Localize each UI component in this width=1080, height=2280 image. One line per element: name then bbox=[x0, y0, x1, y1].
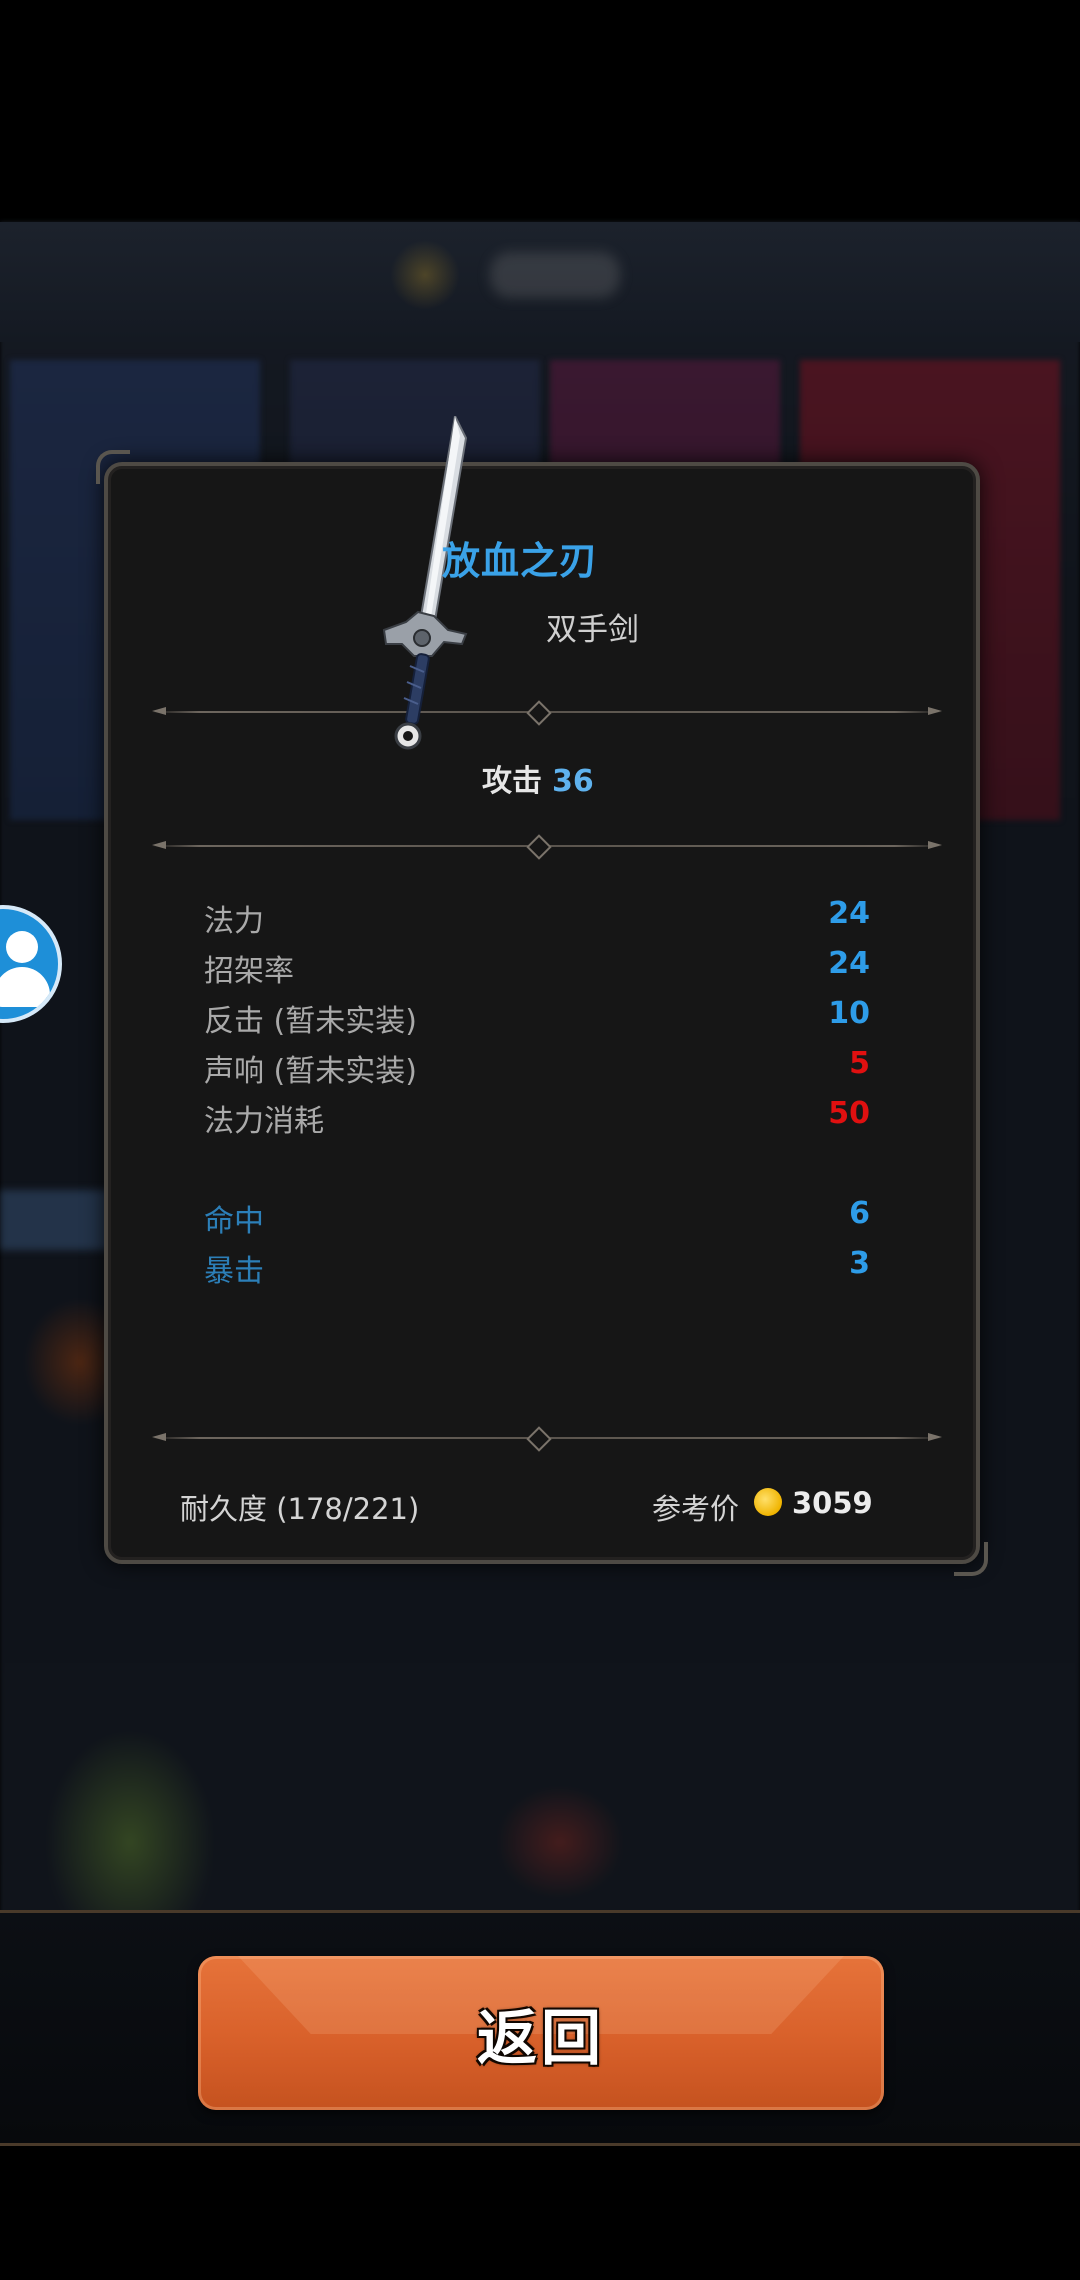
ornamental-divider bbox=[152, 1426, 942, 1452]
item-detail-screen: 放血之刃 双手剑 攻击 36 法力 24 招架率 24 反击 (暂未实装) 10 … bbox=[0, 0, 1080, 2280]
stat-row: 招架率 24 bbox=[204, 946, 870, 989]
stat-value: 24 bbox=[828, 896, 870, 931]
back-button[interactable]: 返回 bbox=[198, 1956, 884, 2110]
avatar-body bbox=[0, 967, 50, 1007]
two-handed-sword-icon bbox=[382, 416, 468, 750]
bonus-stat-row: 暴击 3 bbox=[204, 1246, 870, 1289]
stat-row: 法力 24 bbox=[204, 896, 870, 939]
bonus-stat-label: 暴击 bbox=[204, 1254, 264, 1289]
durability-text: 耐久度 (178/221) bbox=[180, 1492, 420, 1526]
stat-value: 10 bbox=[828, 996, 870, 1031]
reference-price-value: 3059 bbox=[792, 1486, 873, 1520]
blurred-strip bbox=[0, 1190, 120, 1250]
stat-label: 法力消耗 bbox=[204, 1104, 324, 1139]
item-name: 放血之刃 bbox=[442, 539, 599, 583]
stat-value: 50 bbox=[828, 1096, 870, 1131]
item-type: 双手剑 bbox=[546, 612, 639, 648]
stat-label: 招架率 bbox=[204, 954, 294, 989]
bonus-stat-label: 命中 bbox=[204, 1204, 264, 1239]
attack-label: 攻击 bbox=[482, 764, 542, 799]
stat-label: 法力 bbox=[204, 904, 264, 939]
blurred-top-bar bbox=[0, 222, 1080, 342]
card-corner-ornament bbox=[96, 450, 130, 484]
stat-value: 24 bbox=[828, 946, 870, 981]
stat-row: 反击 (暂未实装) 10 bbox=[204, 996, 870, 1039]
blurred-currency-icon bbox=[390, 240, 460, 310]
reference-price-label: 参考价 bbox=[652, 1492, 740, 1526]
attack-stat: 攻击 36 bbox=[482, 756, 594, 800]
ornamental-divider bbox=[152, 834, 942, 860]
blurred-currency-text bbox=[490, 252, 620, 298]
attack-value: 36 bbox=[552, 764, 594, 799]
stat-row: 法力消耗 50 bbox=[204, 1096, 870, 1139]
bonus-stat-row: 命中 6 bbox=[204, 1196, 870, 1239]
gold-coin-icon bbox=[754, 1488, 782, 1516]
back-button-label: 返回 bbox=[477, 2004, 605, 2072]
avatar-head bbox=[6, 931, 38, 963]
stat-label: 声响 (暂未实装) bbox=[204, 1054, 417, 1089]
bonus-stat-value: 3 bbox=[849, 1246, 870, 1281]
card-corner-ornament bbox=[954, 1542, 988, 1576]
stat-label: 反击 (暂未实装) bbox=[204, 1004, 417, 1039]
stat-row: 声响 (暂未实装) 5 bbox=[204, 1046, 870, 1089]
bonus-stat-value: 6 bbox=[849, 1196, 870, 1231]
stat-value: 5 bbox=[849, 1046, 870, 1081]
ornamental-divider bbox=[152, 700, 942, 726]
